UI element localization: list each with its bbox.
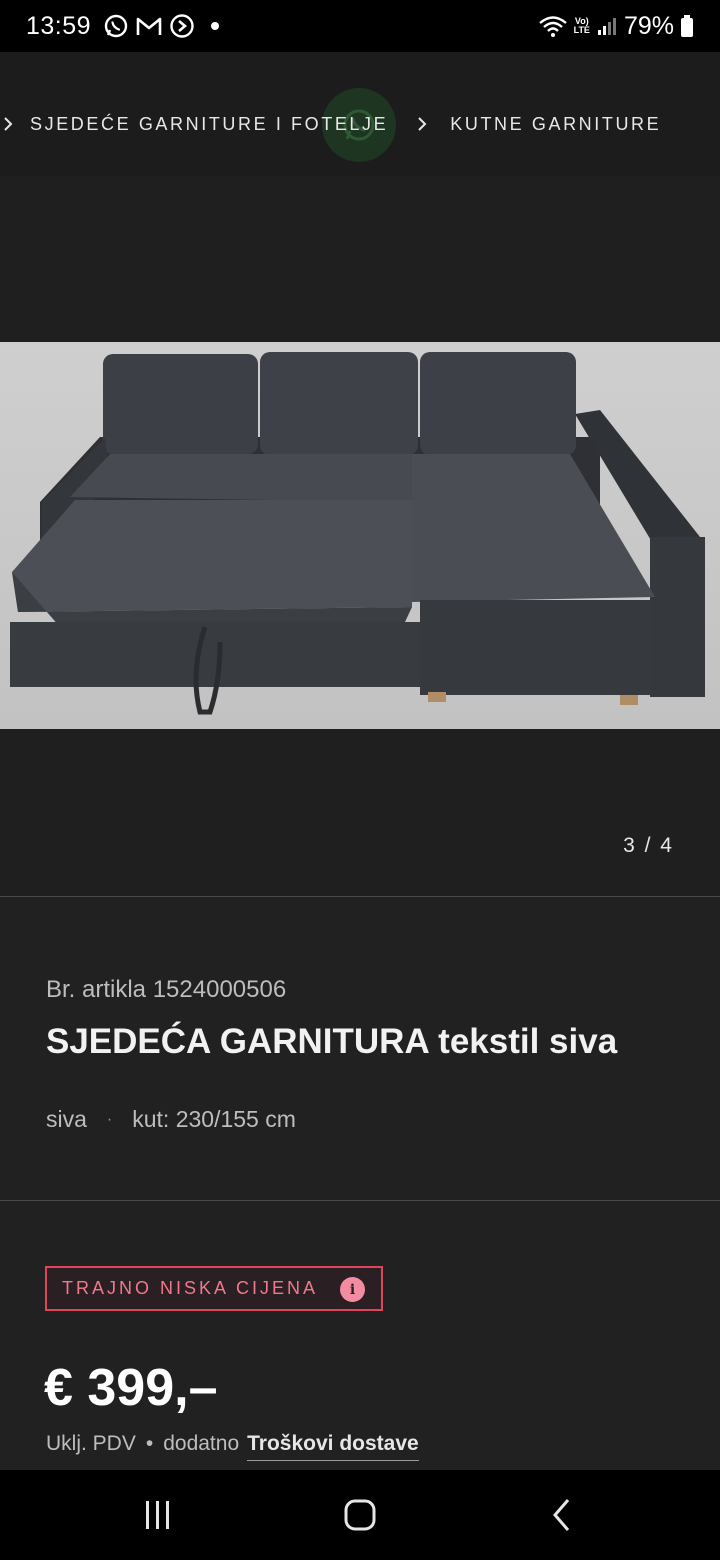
network-type: LTE bbox=[573, 25, 590, 35]
product-title-bold: SJEDEĆA bbox=[46, 1022, 211, 1061]
variant-color[interactable]: siva bbox=[46, 1106, 87, 1133]
breadcrumb-bar: SJEDEĆE GARNITURE I FOTELJE KUTNE GARNIT… bbox=[0, 52, 720, 176]
section-divider bbox=[0, 896, 720, 897]
status-left: 13:59 bbox=[26, 11, 220, 41]
recent-apps-icon bbox=[146, 1501, 169, 1529]
back-icon bbox=[553, 1499, 570, 1531]
back-button[interactable] bbox=[532, 1492, 592, 1538]
slide-counter: 3 / 4 bbox=[623, 834, 674, 857]
sofa-image bbox=[0, 342, 720, 729]
status-bar: 13:59 Vo) LTE 79% bbox=[0, 0, 720, 52]
chevron-right-icon bbox=[410, 116, 434, 132]
signal-icon bbox=[596, 15, 618, 37]
home-button[interactable] bbox=[330, 1492, 390, 1538]
section-divider bbox=[0, 1200, 720, 1201]
low-price-badge-label: TRAJNO NISKA CIJENA bbox=[62, 1278, 319, 1298]
product-variants: siva · kut: 230/155 cm bbox=[46, 1106, 296, 1133]
whatsapp-notification-icon bbox=[103, 13, 129, 39]
article-number: Br. artikla 1524000506 bbox=[46, 976, 287, 1003]
home-icon bbox=[344, 1499, 376, 1531]
product-price: € 399,– bbox=[44, 1359, 218, 1417]
more-notifications-dot bbox=[211, 22, 220, 30]
price-note: Uklj. PDV • dodatno Troškovi dostave bbox=[46, 1432, 419, 1461]
product-title: SJEDEĆA GARNITURA tekstil siva bbox=[46, 1022, 617, 1062]
media-notification-icon bbox=[169, 13, 195, 39]
product-title-rest: GARNITURA tekstil siva bbox=[210, 1022, 618, 1061]
battery-icon bbox=[680, 14, 694, 38]
product-gallery[interactable]: 3 / 4 bbox=[0, 176, 720, 896]
shipping-costs-link[interactable]: Troškovi dostave bbox=[247, 1432, 419, 1461]
variant-dimensions[interactable]: kut: 230/155 cm bbox=[132, 1106, 296, 1133]
note-separator: • bbox=[145, 1432, 154, 1455]
extra-label: dodatno bbox=[163, 1432, 240, 1455]
volte-icon: Vo) LTE bbox=[573, 16, 590, 35]
status-time: 13:59 bbox=[26, 11, 92, 40]
breadcrumb-item-seating[interactable]: SJEDEĆE GARNITURE I FOTELJE bbox=[30, 114, 388, 135]
battery-percent: 79% bbox=[623, 11, 674, 40]
breadcrumb: SJEDEĆE GARNITURE I FOTELJE KUTNE GARNIT… bbox=[0, 110, 661, 138]
info-icon[interactable]: i bbox=[340, 1277, 365, 1302]
status-right: Vo) LTE 79% bbox=[538, 12, 694, 41]
product-image[interactable] bbox=[0, 342, 720, 729]
gmail-notification-icon bbox=[135, 14, 163, 38]
recent-apps-button[interactable] bbox=[128, 1492, 188, 1538]
system-nav-bar bbox=[0, 1470, 720, 1560]
breadcrumb-item-corner-sofas[interactable]: KUTNE GARNITURE bbox=[450, 114, 661, 135]
vat-note: Uklj. PDV bbox=[46, 1432, 136, 1455]
chevron-right-icon bbox=[0, 116, 20, 132]
low-price-badge[interactable]: TRAJNO NISKA CIJENA i bbox=[45, 1266, 383, 1311]
wifi-icon bbox=[538, 14, 568, 38]
variant-separator: · bbox=[106, 1110, 113, 1128]
